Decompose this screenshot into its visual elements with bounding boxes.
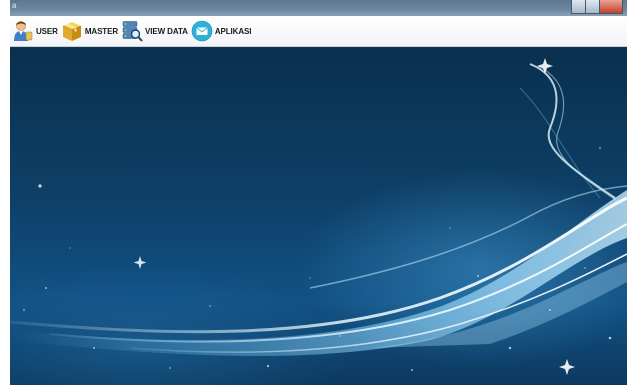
package-icon [62,22,81,41]
minimize-button[interactable] [571,0,586,14]
mail-icon [191,20,213,42]
user-icon [14,21,33,41]
app-window: a USER MASTER VIEW DATA APLIKASI [10,0,627,385]
menu-master[interactable]: MASTER [61,17,118,45]
menu-aplikasi-label: APLIKASI [214,26,252,36]
wave-wallpaper [10,58,627,375]
server-search-icon [122,21,143,42]
menu-view-data-label: VIEW DATA [145,26,188,36]
menu-aplikasi[interactable]: APLIKASI [191,17,252,45]
close-button[interactable] [600,0,623,14]
menu-bar: USER MASTER VIEW DATA APLIKASI [10,16,627,47]
light-waves [10,63,627,356]
desktop-background [10,48,627,385]
menu-master-label: MASTER [84,26,119,36]
app-icon: a [12,1,17,10]
title-bar[interactable]: a [10,0,627,16]
maximize-button[interactable] [586,0,600,14]
menu-user-label: USER [36,26,58,36]
window-controls [571,0,623,14]
menu-view-data[interactable]: VIEW DATA [121,17,188,45]
menu-user[interactable]: USER [12,17,58,45]
